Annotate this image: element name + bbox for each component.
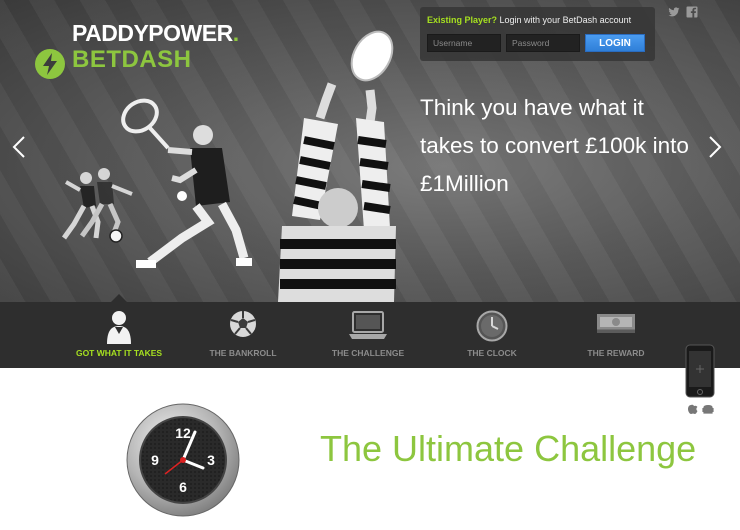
twitter-icon[interactable] — [668, 6, 680, 18]
mobile-phone-icon[interactable] — [685, 344, 715, 398]
active-tab-pointer — [111, 294, 127, 302]
login-button[interactable]: LOGIN — [585, 34, 645, 52]
login-panel: Existing Player? Login with your BetDash… — [420, 7, 655, 61]
tennis-player-figure — [121, 98, 252, 268]
tab-label: THE REWARD — [587, 348, 645, 358]
logo-wordmark-bottom: BETDASH — [72, 46, 192, 73]
football-icon — [230, 311, 256, 337]
apple-android-icons — [688, 403, 714, 414]
clock-number-9: 9 — [151, 452, 159, 468]
tab-label: THE CLOCK — [467, 348, 517, 358]
tab-label: GOT WHAT IT TAKES — [75, 348, 163, 358]
chevron-right-icon[interactable] — [708, 135, 722, 159]
tab-label: THE BANKROLL — [209, 348, 277, 358]
tab-label: THE CHALLENGE — [331, 348, 405, 358]
laptop-icon — [349, 311, 387, 339]
clock-illustration: 12 3 6 9 — [126, 403, 240, 517]
rugby-player-figure — [278, 30, 396, 302]
soccer-players-figure — [61, 168, 133, 243]
tab-the-challenge[interactable]: THE CHALLENGE — [308, 302, 428, 368]
section-title: The Ultimate Challenge — [320, 428, 697, 469]
clock-number-3: 3 — [207, 452, 215, 468]
clock-icon — [476, 310, 508, 342]
facebook-icon[interactable] — [686, 6, 698, 18]
paddypower-betdash-logo[interactable]: PADDYPOWER. BETDASH — [34, 18, 239, 82]
hero-headline: Think you have what it takes to convert … — [420, 95, 689, 196]
password-input[interactable] — [506, 34, 580, 52]
cash-icon — [597, 314, 635, 333]
chevron-left-icon[interactable] — [12, 135, 26, 159]
page: PADDYPOWER. BETDASH Existing Player? Log… — [0, 0, 740, 530]
tab-the-bankroll[interactable]: THE BANKROLL — [183, 302, 303, 368]
logo-wordmark-top: PADDYPOWER. — [72, 20, 239, 46]
tab-the-clock[interactable]: THE CLOCK — [432, 302, 552, 368]
username-input[interactable] — [427, 34, 501, 52]
tab-got-what-it-takes[interactable]: GOT WHAT IT TAKES — [59, 302, 179, 368]
clock-number-6: 6 — [179, 479, 187, 495]
login-prompt: Existing Player? Login with your BetDash… — [427, 15, 632, 25]
hero-banner: PADDYPOWER. BETDASH Existing Player? Log… — [0, 0, 740, 302]
lightning-bolt-icon — [35, 49, 65, 79]
tab-the-reward[interactable]: THE REWARD — [556, 302, 676, 368]
person-icon — [107, 311, 131, 344]
clock-number-12: 12 — [175, 425, 191, 441]
feature-nav-bar: GOT WHAT IT TAKES THE BANKROLL THE CHALL… — [0, 294, 740, 368]
